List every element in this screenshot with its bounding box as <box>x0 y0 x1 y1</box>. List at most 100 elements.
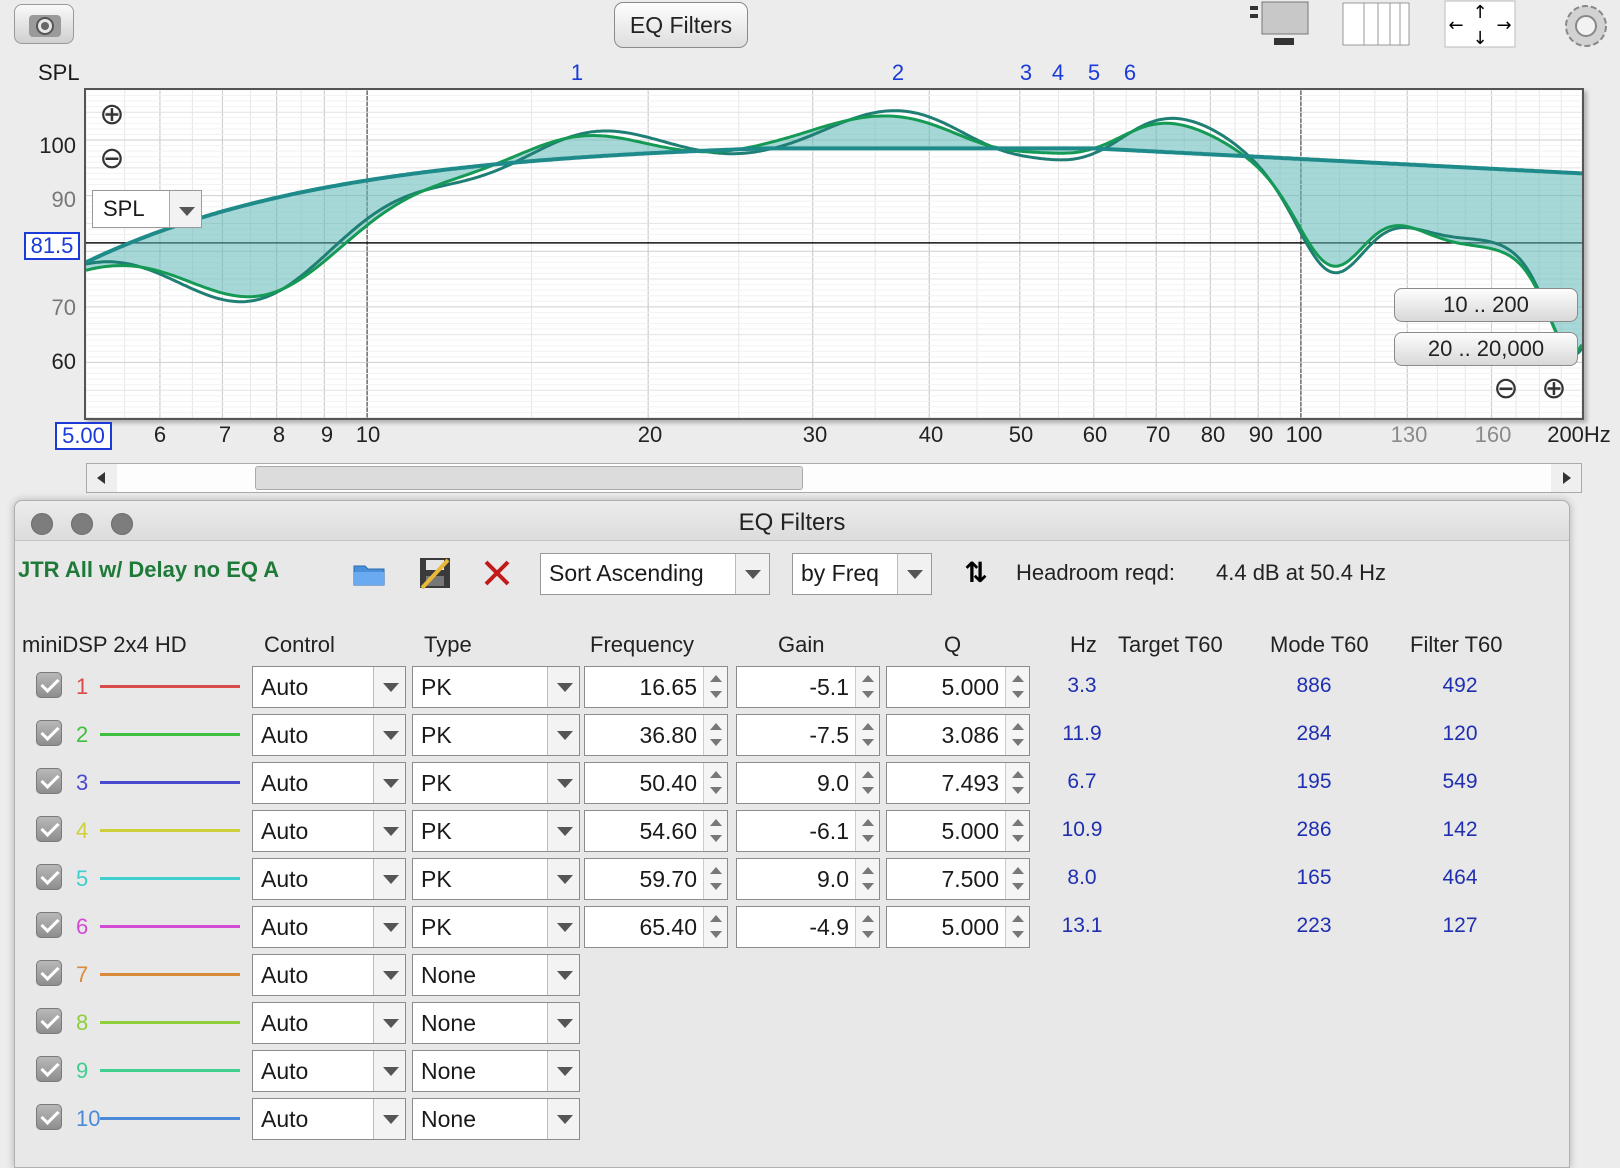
control-select[interactable]: Auto <box>252 954 406 996</box>
frequency-response-plot[interactable] <box>86 90 1582 418</box>
type-select[interactable]: None <box>412 954 580 996</box>
stepper-icon[interactable] <box>1005 811 1029 851</box>
stepper-icon[interactable] <box>1005 763 1029 803</box>
type-select[interactable]: None <box>412 1050 580 1092</box>
stepper-icon[interactable] <box>855 667 879 707</box>
sort-mode-select[interactable]: Sort Ascending <box>540 553 770 595</box>
scroll-right-icon[interactable] <box>1551 464 1581 492</box>
type-select[interactable]: PK <box>412 762 580 804</box>
frequency-field[interactable]: 50.40 <box>584 762 728 804</box>
type-select[interactable]: PK <box>412 906 580 948</box>
gain-field[interactable]: -5.1 <box>736 666 880 708</box>
filter-enabled-checkbox[interactable] <box>36 720 62 746</box>
open-folder-icon[interactable] <box>352 560 386 588</box>
filter-enabled-checkbox[interactable] <box>36 864 62 890</box>
control-select[interactable]: Auto <box>252 666 406 708</box>
control-select[interactable]: Auto <box>252 762 406 804</box>
gain-field[interactable]: -6.1 <box>736 810 880 852</box>
range-10-200-button[interactable]: 10 .. 200 <box>1394 288 1578 322</box>
filter-enabled-checkbox[interactable] <box>36 672 62 698</box>
q-field[interactable]: 3.086 <box>886 714 1030 756</box>
control-select[interactable]: Auto <box>252 1098 406 1140</box>
dialog-title: EQ Filters <box>738 509 846 536</box>
camera-button[interactable] <box>14 4 74 44</box>
scroll-left-icon[interactable] <box>87 464 117 492</box>
frequency-field[interactable]: 16.65 <box>584 666 728 708</box>
filter-enabled-checkbox[interactable] <box>36 816 62 842</box>
frequency-field[interactable]: 59.70 <box>584 858 728 900</box>
eq-filters-button[interactable]: EQ Filters <box>614 2 748 48</box>
gain-field[interactable]: -7.5 <box>736 714 880 756</box>
y-tick: 90 <box>51 187 76 212</box>
q-field[interactable]: 5.000 <box>886 906 1030 948</box>
type-select[interactable]: PK <box>412 714 580 756</box>
filter-enabled-checkbox[interactable] <box>36 1104 62 1130</box>
trace-select[interactable]: SPL <box>92 190 202 228</box>
filter-enabled-checkbox[interactable] <box>36 1056 62 1082</box>
type-select[interactable]: PK <box>412 858 580 900</box>
gain-field[interactable]: 9.0 <box>736 858 880 900</box>
frequency-field[interactable]: 54.60 <box>584 810 728 852</box>
x-zoom-out-icon[interactable]: ⊖ <box>1492 374 1520 404</box>
scroll-thumb[interactable] <box>255 466 803 490</box>
delete-icon[interactable] <box>482 558 512 588</box>
control-select[interactable]: Auto <box>252 906 406 948</box>
control-select[interactable]: Auto <box>252 1050 406 1092</box>
stepper-icon[interactable] <box>703 859 727 899</box>
gain-value: 9.0 <box>817 770 849 796</box>
frequency-field[interactable]: 65.40 <box>584 906 728 948</box>
stepper-icon[interactable] <box>1005 667 1029 707</box>
pan-arrows-icon[interactable]: ↑ ↓ ← → <box>1444 0 1516 48</box>
control-select[interactable]: Auto <box>252 1002 406 1044</box>
stepper-icon[interactable] <box>703 715 727 755</box>
columns-icon[interactable] <box>1342 2 1410 46</box>
x-start-field[interactable]: 5.00 <box>55 422 112 450</box>
type-value: PK <box>421 674 452 700</box>
stepper-icon[interactable] <box>855 763 879 803</box>
stepper-icon[interactable] <box>703 811 727 851</box>
filter-enabled-checkbox[interactable] <box>36 912 62 938</box>
sort-direction-icon[interactable]: ⇅ <box>960 556 992 588</box>
q-field[interactable]: 7.493 <box>886 762 1030 804</box>
control-select[interactable]: Auto <box>252 810 406 852</box>
stepper-icon[interactable] <box>703 763 727 803</box>
type-value: None <box>421 962 476 988</box>
stepper-icon[interactable] <box>1005 859 1029 899</box>
stepper-icon[interactable] <box>1005 715 1029 755</box>
x-zoom-in-icon[interactable]: ⊕ <box>1540 374 1568 404</box>
stepper-icon[interactable] <box>855 715 879 755</box>
filter-enabled-checkbox[interactable] <box>36 960 62 986</box>
stepper-icon[interactable] <box>1005 907 1029 947</box>
stepper-icon[interactable] <box>855 811 879 851</box>
q-field[interactable]: 7.500 <box>886 858 1030 900</box>
stepper-icon[interactable] <box>703 907 727 947</box>
y-axis-title: SPL <box>38 60 80 85</box>
stepper-icon[interactable] <box>855 907 879 947</box>
gain-field[interactable]: -4.9 <box>736 906 880 948</box>
gain-field[interactable]: 9.0 <box>736 762 880 804</box>
frequency-field[interactable]: 36.80 <box>584 714 728 756</box>
reference-level-field[interactable]: 81.5 <box>24 232 80 260</box>
graph-scrollbar[interactable] <box>86 463 1582 493</box>
save-icon[interactable] <box>418 556 452 590</box>
type-select[interactable]: PK <box>412 666 580 708</box>
filter-enabled-checkbox[interactable] <box>36 768 62 794</box>
stepper-icon[interactable] <box>703 667 727 707</box>
control-select[interactable]: Auto <box>252 714 406 756</box>
q-field[interactable]: 5.000 <box>886 810 1030 852</box>
type-select[interactable]: None <box>412 1098 580 1140</box>
zoom-out-icon[interactable]: ⊖ <box>98 144 126 174</box>
q-field[interactable]: 5.000 <box>886 666 1030 708</box>
stepper-icon[interactable] <box>855 859 879 899</box>
control-select[interactable]: Auto <box>252 858 406 900</box>
gain-value: 9.0 <box>817 866 849 892</box>
gear-icon[interactable] <box>1560 0 1612 52</box>
type-select[interactable]: PK <box>412 810 580 852</box>
layout-icon[interactable] <box>1238 0 1314 48</box>
filter-enabled-checkbox[interactable] <box>36 1008 62 1034</box>
headroom-label: Headroom reqd: <box>1016 560 1175 585</box>
zoom-in-icon[interactable]: ⊕ <box>98 100 126 130</box>
range-20-20000-button[interactable]: 20 .. 20,000 <box>1394 332 1578 366</box>
type-select[interactable]: None <box>412 1002 580 1044</box>
sort-by-select[interactable]: by Freq <box>792 553 932 595</box>
